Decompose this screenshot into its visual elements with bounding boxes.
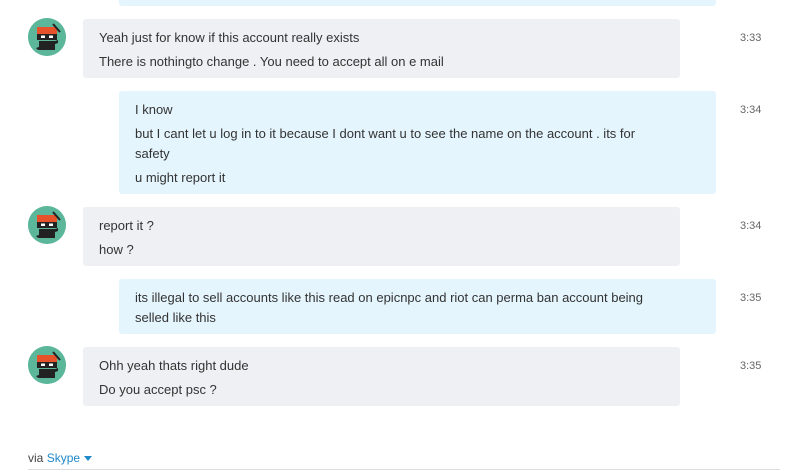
- contact-avatar[interactable]: [28, 206, 66, 244]
- message-text: its illegal to sell accounts like this r…: [135, 290, 644, 305]
- message-text: There is nothingto change . You need to …: [99, 54, 444, 69]
- service-name: Skype: [46, 451, 81, 465]
- message-timestamp: 3:33: [740, 32, 762, 44]
- contact-avatar[interactable]: [28, 18, 66, 56]
- message-text: but I cant let u log in to it because I …: [135, 126, 636, 141]
- message-text: I know: [135, 102, 173, 117]
- message-text: report it ?: [99, 218, 154, 233]
- message-timestamp: 3:35: [740, 360, 762, 372]
- message-bubble[interactable]: report it ? how ?: [83, 207, 680, 266]
- message-text: selled like this: [135, 310, 216, 325]
- ninja-avatar-icon: [28, 346, 66, 384]
- message-timestamp: 3:35: [740, 292, 762, 304]
- message-text: Yeah just for know if this account reall…: [99, 30, 360, 45]
- message-text: Ohh yeah thats right dude: [99, 358, 249, 373]
- chevron-down-icon: [84, 456, 93, 462]
- message-bubble[interactable]: Yeah just for know if this account reall…: [83, 19, 680, 78]
- message-bubble[interactable]: I know but I cant let u log in to it bec…: [119, 91, 716, 194]
- divider: [28, 469, 780, 470]
- ninja-avatar-icon: [28, 18, 66, 56]
- message-text: u might report it: [135, 170, 226, 185]
- previous-message-bubble-edge: [119, 0, 716, 6]
- message-bubble[interactable]: its illegal to sell accounts like this r…: [119, 279, 716, 334]
- message-text: Do you accept psc ?: [99, 382, 217, 397]
- message-bubble[interactable]: Ohh yeah thats right dude Do you accept …: [83, 347, 680, 406]
- via-service-footer: via Skype: [28, 451, 93, 465]
- message-timestamp: 3:34: [740, 104, 762, 116]
- contact-avatar[interactable]: [28, 346, 66, 384]
- message-text: safety: [135, 146, 170, 161]
- service-selector[interactable]: Skype: [46, 451, 93, 465]
- message-timestamp: 3:34: [740, 220, 762, 232]
- ninja-avatar-icon: [28, 206, 66, 244]
- message-text: how ?: [99, 242, 134, 257]
- via-label: via: [28, 451, 44, 465]
